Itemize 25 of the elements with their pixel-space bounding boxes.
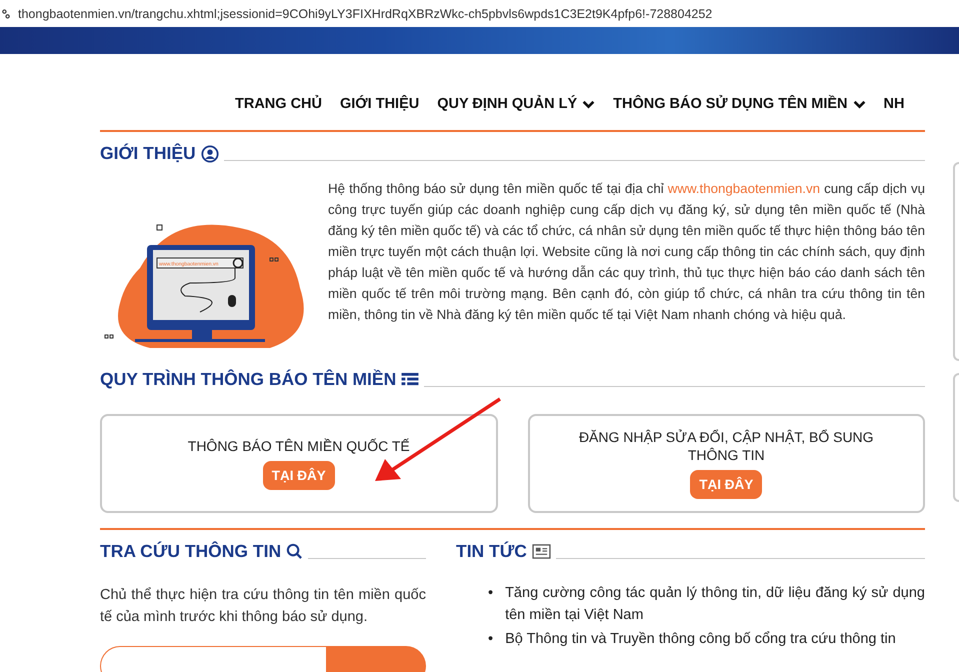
site-settings-icon[interactable] (2, 8, 10, 20)
section-title: TIN TỨC (456, 541, 527, 562)
nav-link[interactable]: THÔNG BÁO SỬ DỤNG TÊN MIỀN (613, 96, 848, 112)
search-icon (286, 543, 304, 560)
news-link[interactable]: Bộ Thông tin và Truyền thông công bố cổng tra cứu thông tin (505, 628, 896, 650)
user-circle-icon (200, 144, 219, 162)
url-text[interactable]: thongbaotenmien.vn/trangchu.xhtml;jsessionid=9COhi9yLY3FIXHrdRqXBRzWkc-ch5pbvls6wpds1C3E2t9K4pfp6!-728804252 (18, 6, 712, 20)
bullet: • (488, 630, 494, 649)
card-title: THÔNG BÁO TÊN MIỀN QUỐC TẾ (186, 437, 411, 455)
bullet: • (488, 584, 494, 603)
nav-link[interactable]: GIỚI THIỆU (340, 96, 420, 112)
nav-link[interactable]: QUY ĐỊNH QUẢN LÝ (437, 96, 578, 112)
section-title: QUY TRÌNH THÔNG BÁO TÊN MIỀN (100, 369, 396, 390)
nav-link[interactable]: TRANG CHỦ (235, 96, 322, 112)
section-title: GIỚI THIỆU (100, 143, 196, 164)
list-icon (401, 372, 420, 387)
newspaper-icon (532, 544, 551, 559)
chevron-down-icon[interactable] (582, 100, 596, 108)
intro-paragraph: Hệ thống thông báo sử dụng tên miền quốc tế tại địa chỉ www.thongbaotenmien.vn cung cấp dịch vụ công trực tuyến giúp các doanh nghiệp cung cấp dịch vụ đăng ký, sử dụng tên miền quốc tế (Nhà đăng ký tên miền quốc tế) và các tổ chức, cá nhân sử dụng tên miền quốc tế thực hiện thông báo tên miền trực tuyến một cách thuận lợi. Website cũng là nơi cung cấp thông tin các chính sách, quy định pháp luật về tên miền quốc tế và hướng dẫn các quy trình, thủ tục thực hiện báo cáo danh sách tên miền quốc tế trên môi trường mạng. Bên cạnh đó, còn giúp tổ chức, cá nhân tra cứu thông tin tên miền, thông tin về Nhà đăng ký tên miền quốc tế tại Việt Nam nhanh chóng và hiệu quả. (328, 180, 925, 324)
section-title: TRA CỨU THÔNG TIN (100, 541, 282, 562)
news-link[interactable]: Tăng cường công tác quản lý thông tin, dữ liệu đăng ký sử dụng tên miền tại Việt Nam (505, 582, 925, 626)
nav-link[interactable]: NH (884, 96, 904, 112)
lookup-description: Chủ thể thực hiện tra cứu thông tin tên miền quốc tế của mình trước khi thông báo sử dụng. (100, 586, 426, 627)
chevron-down-icon[interactable] (852, 100, 866, 108)
card-title: ĐĂNG NHẬP SỬA ĐỔI, CẬP NHẬT, BỔ SUNG THÔNG TIN (578, 428, 875, 464)
